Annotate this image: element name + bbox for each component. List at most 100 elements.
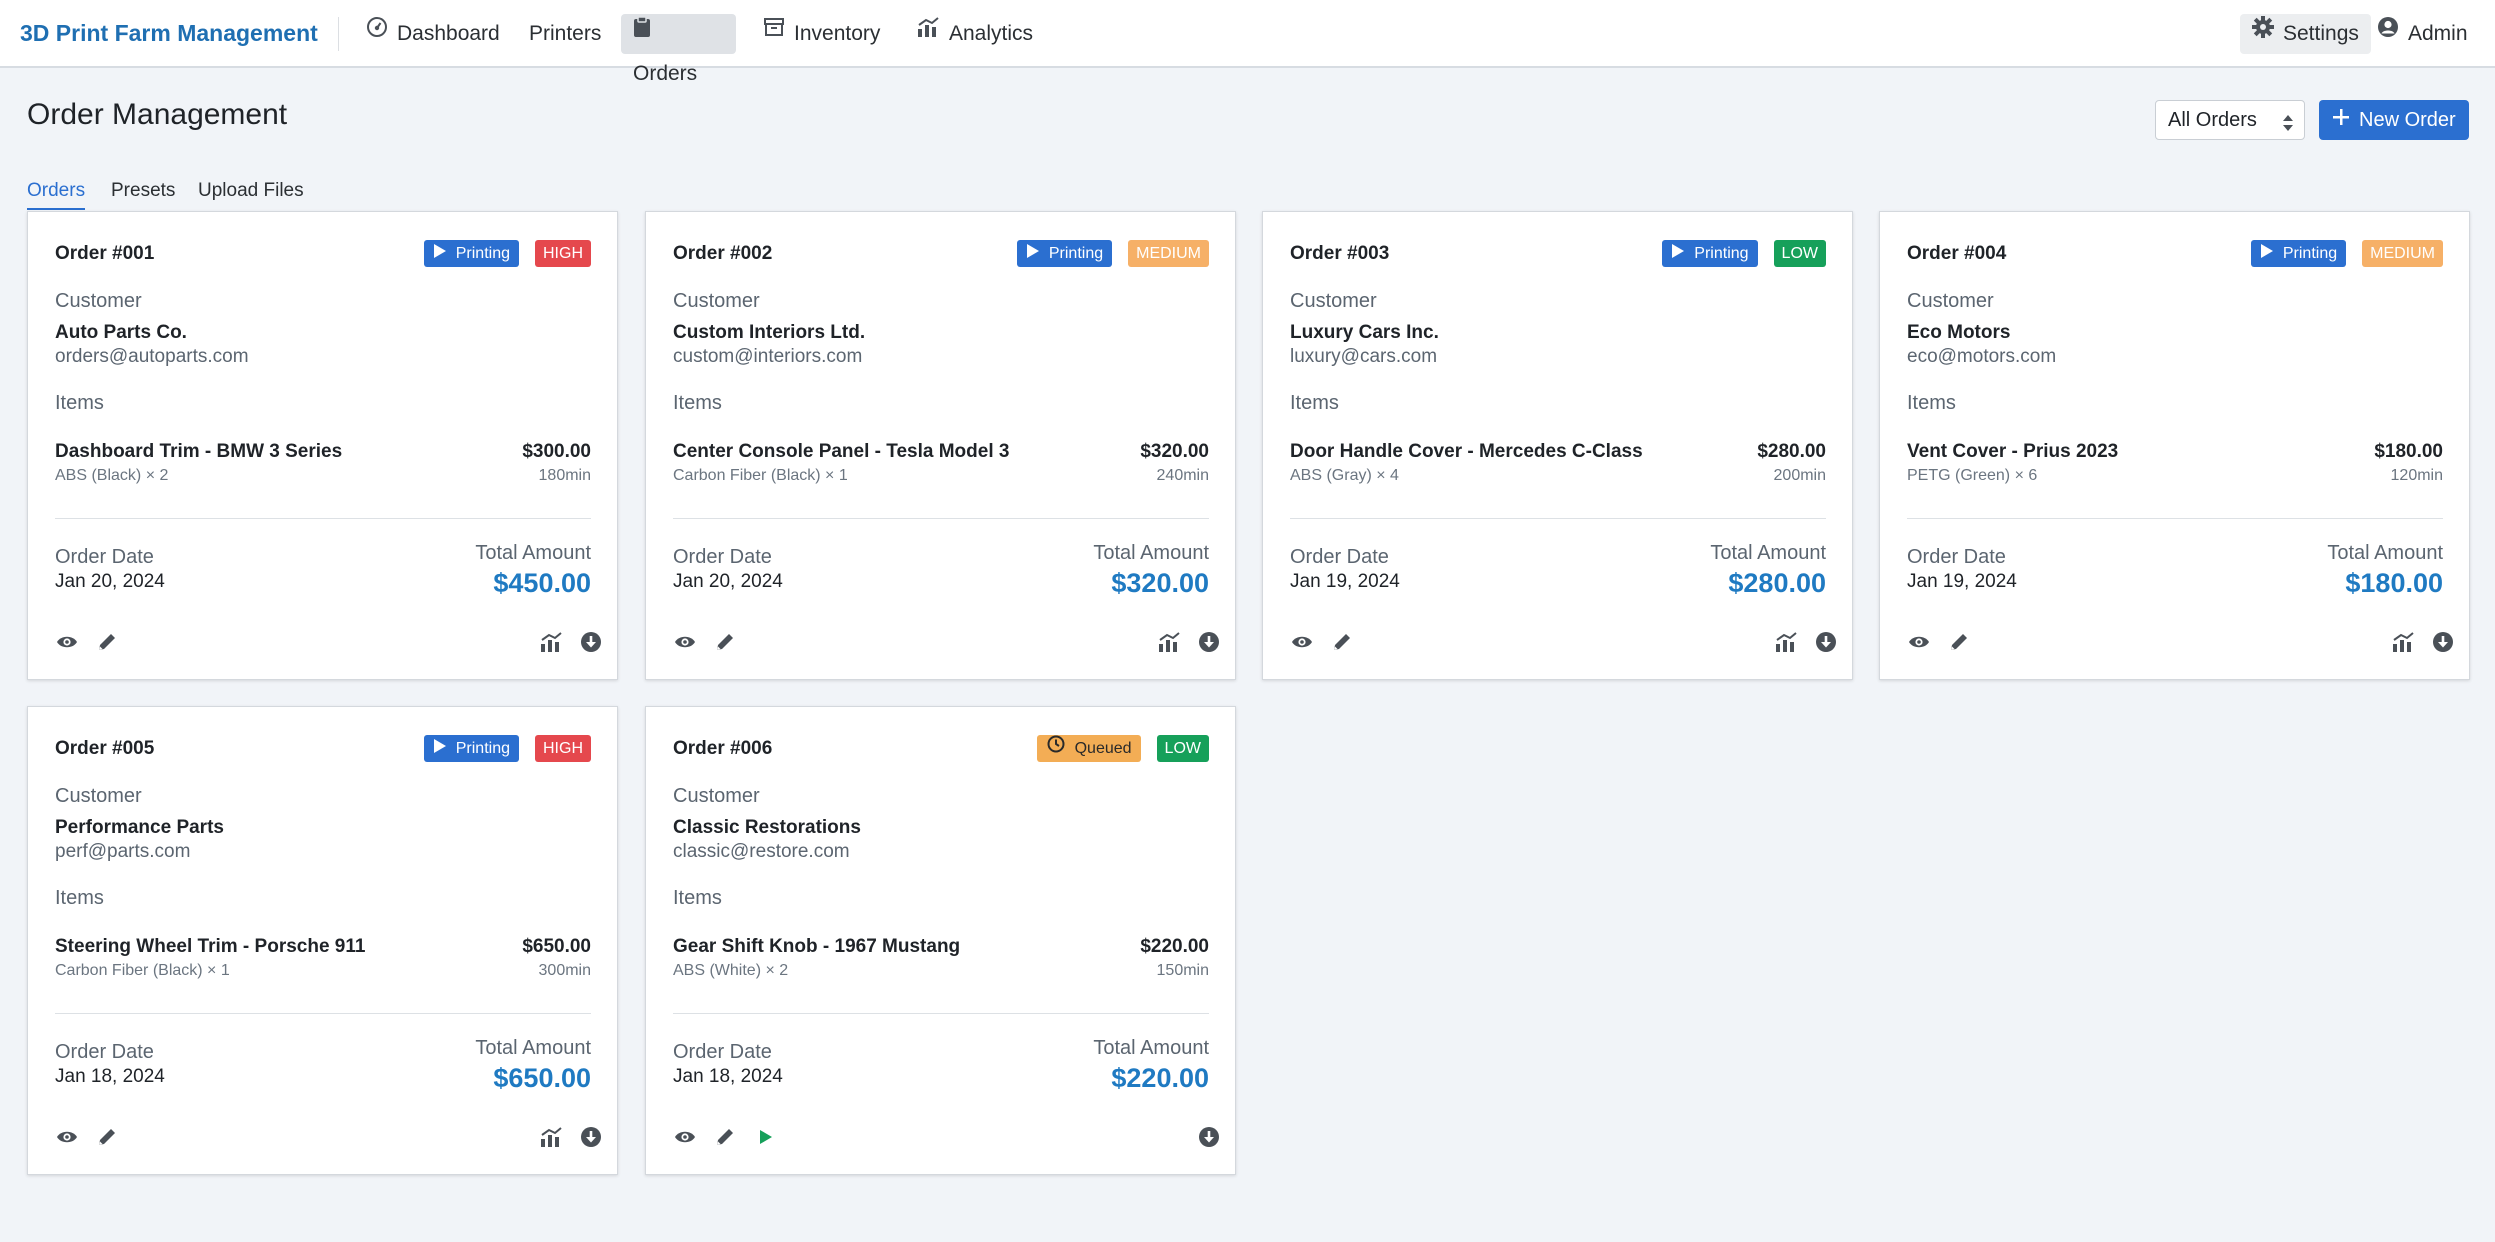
- analytics-icon[interactable]: [1157, 630, 1181, 654]
- item-print-time: 240min: [1156, 467, 1209, 484]
- order-date-label: Order Date: [55, 546, 154, 568]
- settings-button[interactable]: Settings: [2240, 14, 2371, 54]
- plus-icon: [2333, 99, 2349, 139]
- download-icon[interactable]: [1814, 630, 1838, 654]
- total-amount-label: Total Amount: [1710, 542, 1826, 564]
- item-material: Carbon Fiber (Black) × 1: [55, 962, 230, 979]
- view-icon[interactable]: [1907, 630, 1931, 654]
- new-order-button[interactable]: New Order: [2319, 100, 2469, 140]
- priority-badge: MEDIUM: [2362, 240, 2443, 267]
- clock-icon: [1047, 735, 1065, 762]
- total-amount: $450.00: [493, 568, 591, 598]
- customer-email: orders@autoparts.com: [55, 346, 249, 367]
- user-icon: [2377, 12, 2399, 52]
- customer-name: Auto Parts Co.: [55, 322, 187, 343]
- nav-inventory[interactable]: Inventory: [751, 14, 892, 54]
- customer-label: Customer: [55, 290, 142, 312]
- customer-name: Performance Parts: [55, 817, 224, 838]
- nav-dashboard[interactable]: Dashboard: [354, 14, 512, 54]
- nav-dashboard-label: Dashboard: [397, 22, 500, 45]
- edit-icon[interactable]: [1330, 630, 1354, 654]
- admin-menu[interactable]: Admin: [2365, 14, 2480, 54]
- nav-printers-label: Printers: [529, 22, 602, 45]
- status-text: Printing: [1048, 245, 1104, 262]
- total-amount-label: Total Amount: [1093, 542, 1209, 564]
- card-divider: [673, 518, 1209, 519]
- item-name: Door Handle Cover - Mercedes C-Class: [1290, 441, 1643, 462]
- status-text: Queued: [1074, 740, 1132, 757]
- order-date-label: Order Date: [673, 1041, 772, 1063]
- status-text: Printing: [455, 740, 510, 757]
- nav-printers[interactable]: Printers: [517, 14, 613, 54]
- items-label: Items: [1907, 392, 1956, 414]
- start-print-icon[interactable]: [753, 1125, 777, 1149]
- customer-email: perf@parts.com: [55, 841, 191, 862]
- gear-icon: [2252, 12, 2274, 52]
- edit-icon[interactable]: [713, 1125, 737, 1149]
- status-badge: Queued: [1036, 735, 1141, 762]
- item-name: Center Console Panel - Tesla Model 3: [673, 441, 1010, 462]
- analytics-icon[interactable]: [539, 630, 563, 654]
- status-text: Printing: [455, 245, 510, 262]
- order-badges: Printing MEDIUM: [2250, 240, 2443, 267]
- play-icon: [433, 240, 446, 267]
- tab-orders[interactable]: Orders: [27, 180, 86, 210]
- order-filter-select[interactable]: All Orders: [2155, 100, 2305, 140]
- app-brand[interactable]: 3D Print Farm Management: [20, 20, 318, 47]
- play-icon: [1026, 240, 1039, 267]
- download-icon[interactable]: [579, 630, 603, 654]
- order-date-label: Order Date: [673, 546, 772, 568]
- nav-orders-label: Orders: [633, 62, 698, 85]
- clipboard-icon: [633, 12, 651, 52]
- analytics-icon[interactable]: [1774, 630, 1798, 654]
- nav-analytics[interactable]: Analytics: [904, 14, 1045, 54]
- edit-icon[interactable]: [1947, 630, 1971, 654]
- download-icon[interactable]: [2431, 630, 2455, 654]
- order-date-label: Order Date: [1907, 546, 2006, 568]
- order-card: Order #002 Printing MEDIUM Customer Cust…: [645, 211, 1236, 680]
- order-date: Jan 20, 2024: [55, 571, 165, 592]
- nav-divider: [338, 17, 339, 51]
- order-id: Order #006: [673, 738, 773, 759]
- item-name: Steering Wheel Trim - Porsche 911: [55, 936, 366, 957]
- view-icon[interactable]: [673, 1125, 697, 1149]
- order-card: Order #005 Printing HIGH Customer Perfor…: [27, 706, 618, 1175]
- item-material: Carbon Fiber (Black) × 1: [673, 467, 848, 484]
- order-date: Jan 19, 2024: [1290, 571, 1400, 592]
- order-badges: Queued LOW: [1036, 735, 1209, 762]
- download-icon[interactable]: [1197, 630, 1221, 654]
- order-date-label: Order Date: [1290, 546, 1389, 568]
- download-icon[interactable]: [1197, 1125, 1221, 1149]
- analytics-icon[interactable]: [2391, 630, 2415, 654]
- order-card: Order #003 Printing LOW Customer Luxury …: [1262, 211, 1853, 680]
- customer-name: Eco Motors: [1907, 322, 2011, 343]
- order-id: Order #003: [1290, 243, 1390, 264]
- item-price: $320.00: [1140, 441, 1209, 462]
- customer-label: Customer: [673, 290, 760, 312]
- customer-email: classic@restore.com: [673, 841, 850, 862]
- total-amount: $320.00: [1111, 568, 1209, 598]
- status-badge: Printing: [2250, 240, 2347, 267]
- download-icon[interactable]: [579, 1125, 603, 1149]
- card-divider: [673, 1013, 1209, 1014]
- new-order-label: New Order: [2359, 109, 2456, 131]
- item-price: $650.00: [522, 936, 591, 957]
- status-badge: Printing: [1662, 240, 1758, 267]
- customer-label: Customer: [1907, 290, 1994, 312]
- customer-label: Customer: [55, 785, 142, 807]
- edit-icon[interactable]: [713, 630, 737, 654]
- analytics-icon[interactable]: [539, 1125, 563, 1149]
- view-icon[interactable]: [673, 630, 697, 654]
- tab-presets[interactable]: Presets: [111, 180, 175, 208]
- view-icon[interactable]: [55, 630, 79, 654]
- edit-icon[interactable]: [95, 1125, 119, 1149]
- priority-badge: HIGH: [535, 735, 591, 762]
- view-icon[interactable]: [55, 1125, 79, 1149]
- item-price: $280.00: [1757, 441, 1826, 462]
- tab-upload-files[interactable]: Upload Files: [198, 180, 304, 208]
- edit-icon[interactable]: [95, 630, 119, 654]
- status-text: Printing: [2282, 245, 2338, 262]
- nav-orders[interactable]: Orders: [621, 12, 736, 85]
- item-print-time: 180min: [538, 467, 591, 484]
- view-icon[interactable]: [1290, 630, 1314, 654]
